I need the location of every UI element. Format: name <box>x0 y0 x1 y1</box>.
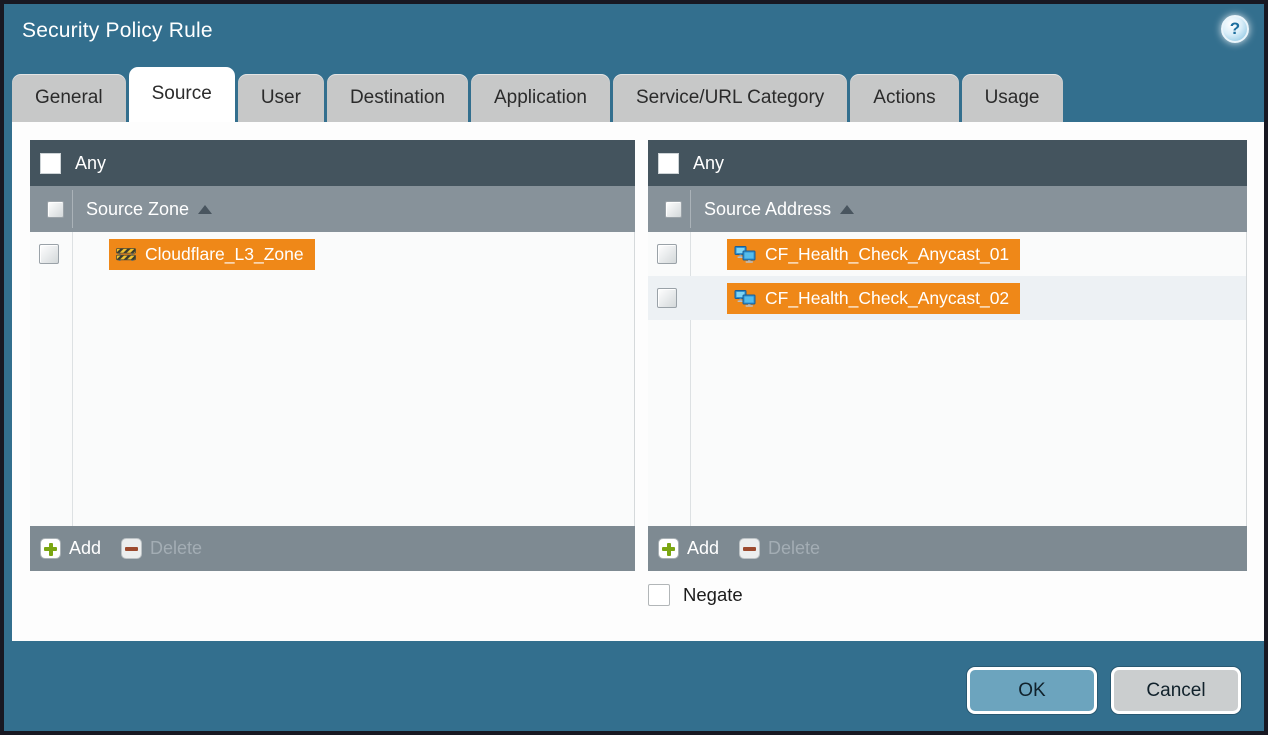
delete-button-label: Delete <box>150 538 202 559</box>
tab-general[interactable]: General <box>12 74 126 122</box>
sort-ascending-icon <box>840 205 854 214</box>
source-address-item-label: CF_Health_Check_Anycast_01 <box>765 244 1009 265</box>
minus-icon <box>739 538 760 559</box>
tab-actions[interactable]: Actions <box>850 74 958 122</box>
source-address-toolbar: Add Delete <box>648 526 1247 571</box>
header-separator <box>690 190 691 228</box>
source-address-any-bar: Any <box>648 140 1247 186</box>
source-address-rows: CF_Health_Check_Anycast_01 <box>648 232 1247 526</box>
dialog-titlebar: Security Policy Rule ? <box>4 4 1264 62</box>
source-zone-any-checkbox[interactable] <box>40 153 61 174</box>
source-address-panel: Any Source Address <box>648 140 1247 571</box>
table-row: CF_Health_Check_Anycast_02 <box>648 276 1246 320</box>
source-zone-rows: Cloudflare_L3_Zone <box>30 232 635 526</box>
source-address-column-label: Source Address <box>704 199 831 220</box>
source-address-item[interactable]: CF_Health_Check_Anycast_01 <box>727 239 1020 270</box>
source-address-column-header[interactable]: Source Address <box>648 186 1247 232</box>
delete-button-label: Delete <box>768 538 820 559</box>
source-zone-column-label: Source Zone <box>86 199 189 220</box>
delete-button[interactable]: Delete <box>121 538 202 559</box>
tab-application[interactable]: Application <box>471 74 610 122</box>
tab-source[interactable]: Source <box>129 67 235 122</box>
source-zone-item-label: Cloudflare_L3_Zone <box>145 244 304 265</box>
source-zone-any-label: Any <box>75 153 106 174</box>
source-tab-content: Any Source Zone <box>12 122 1264 641</box>
add-button[interactable]: Add <box>658 538 719 559</box>
delete-button[interactable]: Delete <box>739 538 820 559</box>
source-zone-column-header[interactable]: Source Zone <box>30 186 635 232</box>
source-zone-item[interactable]: Cloudflare_L3_Zone <box>109 239 315 270</box>
source-zone-toolbar: Add Delete <box>30 526 635 571</box>
row-checkbox[interactable] <box>39 244 59 264</box>
negate-checkbox[interactable] <box>648 584 670 606</box>
table-row: CF_Health_Check_Anycast_01 <box>648 232 1246 276</box>
add-button-label: Add <box>687 538 719 559</box>
address-icon <box>734 290 756 307</box>
negate-option: Negate <box>648 584 743 606</box>
source-zone-any-bar: Any <box>30 140 635 186</box>
tab-service-url-category[interactable]: Service/URL Category <box>613 74 847 122</box>
source-address-any-label: Any <box>693 153 724 174</box>
negate-label: Negate <box>683 584 743 606</box>
tab-usage[interactable]: Usage <box>962 74 1063 122</box>
source-address-any-checkbox[interactable] <box>658 153 679 174</box>
row-checkbox[interactable] <box>657 244 677 264</box>
table-row: Cloudflare_L3_Zone <box>30 232 634 276</box>
plus-icon <box>40 538 61 559</box>
source-address-select-all-checkbox[interactable] <box>665 201 682 218</box>
header-separator <box>72 190 73 228</box>
checkbox-column-divider <box>72 232 73 526</box>
add-button-label: Add <box>69 538 101 559</box>
security-policy-rule-dialog: Security Policy Rule ? General Source Us… <box>0 0 1268 735</box>
address-icon <box>734 246 756 263</box>
help-icon[interactable]: ? <box>1221 15 1249 43</box>
dialog-title: Security Policy Rule <box>22 19 213 43</box>
sort-ascending-icon <box>198 205 212 214</box>
source-zone-select-all-checkbox[interactable] <box>47 201 64 218</box>
question-mark-glyph: ? <box>1230 19 1240 39</box>
zone-icon <box>116 246 136 262</box>
source-address-item-label: CF_Health_Check_Anycast_02 <box>765 288 1009 309</box>
row-checkbox[interactable] <box>657 288 677 308</box>
tab-user[interactable]: User <box>238 74 324 122</box>
minus-icon <box>121 538 142 559</box>
source-zone-panel: Any Source Zone <box>30 140 635 571</box>
tab-destination[interactable]: Destination <box>327 74 468 122</box>
plus-icon <box>658 538 679 559</box>
tab-bar: General Source User Destination Applicat… <box>12 64 1066 122</box>
add-button[interactable]: Add <box>40 538 101 559</box>
ok-button[interactable]: OK <box>967 667 1097 714</box>
source-address-item[interactable]: CF_Health_Check_Anycast_02 <box>727 283 1020 314</box>
cancel-button[interactable]: Cancel <box>1111 667 1241 714</box>
